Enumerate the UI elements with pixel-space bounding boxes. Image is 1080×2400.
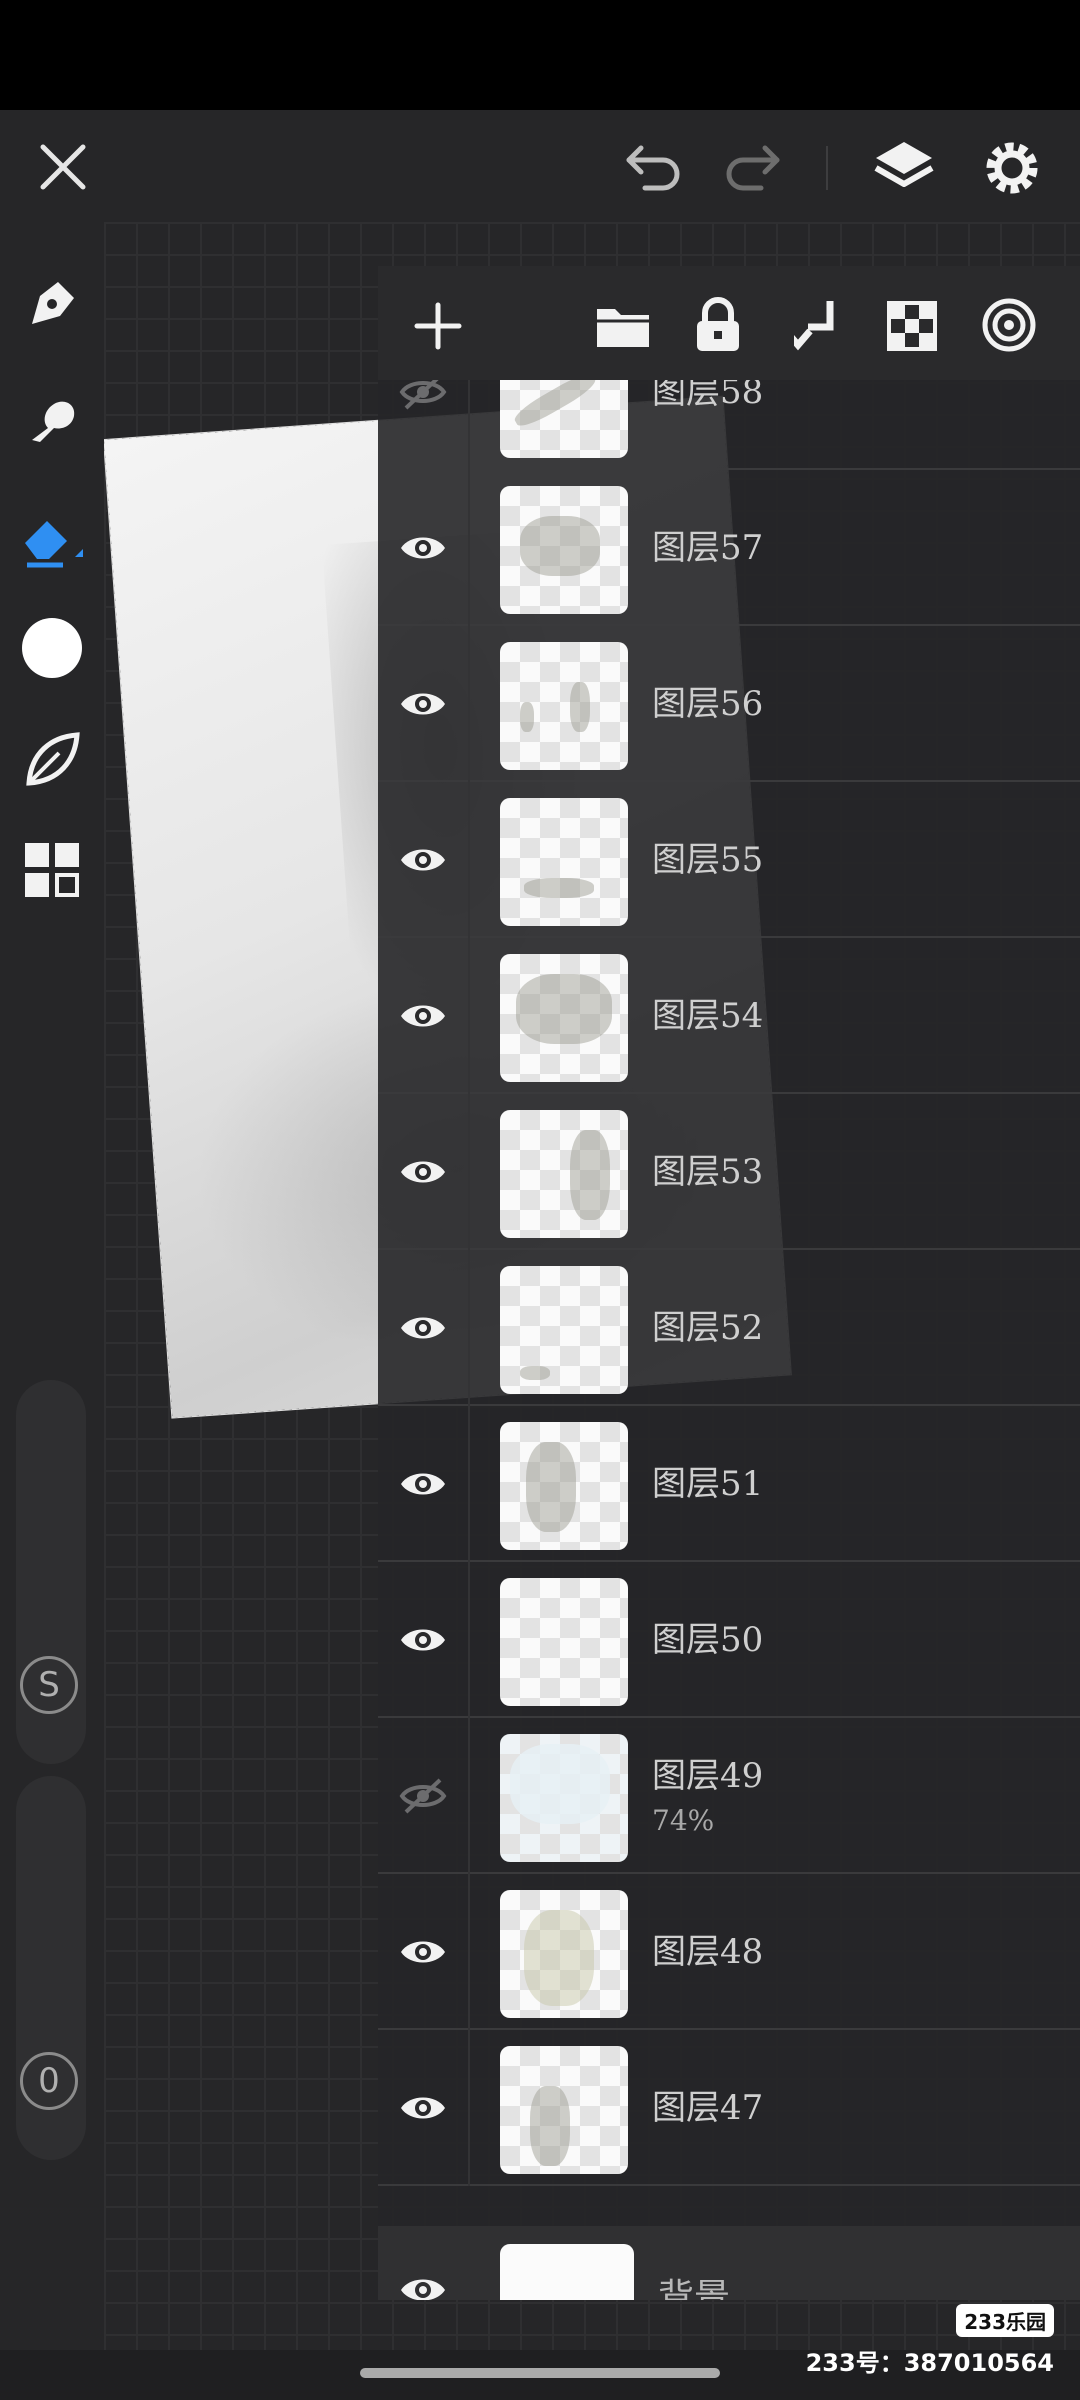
layer-thumbnail [500,1734,628,1862]
layer-name: 图层49 [652,1756,764,1796]
background-thumbnail [500,2244,634,2300]
layer-row[interactable]: 图层52 [378,1250,1080,1406]
brush-size-slider[interactable]: S [16,1380,86,1764]
background-layer-name: 背景 [658,2277,731,2300]
clipping-icon[interactable] [978,294,1040,356]
watermark: 233乐园 233号：387010564 [806,2304,1054,2378]
smudge-icon[interactable] [16,382,88,454]
background-layer-row[interactable]: 背景 [378,2226,1080,2300]
layer-row[interactable]: 图层54 [378,938,1080,1094]
layer-name: 图层57 [652,528,764,568]
layer-name: 图层53 [652,1152,764,1192]
layer-list: 图层58 图层57 图层56 图层55 图层54 图层53 图层52 图层51 … [378,380,1080,2300]
pen-icon[interactable] [16,268,88,340]
undo-icon[interactable] [620,134,690,198]
layer-name: 图层51 [652,1464,764,1504]
eye-icon[interactable] [398,2086,448,2130]
layer-row[interactable]: 图层47 [378,2030,1080,2186]
layer-row[interactable]: 图层55 [378,782,1080,938]
leaf-icon[interactable] [16,724,88,796]
eye-hidden-icon[interactable] [398,1774,448,1818]
eye-icon[interactable] [398,2268,448,2300]
eye-icon[interactable] [398,1150,448,1194]
layer-thumbnail [500,380,628,458]
layer-row[interactable]: 图层51 [378,1406,1080,1562]
layer-thumbnail [500,1890,628,2018]
eye-icon[interactable] [398,682,448,726]
layer-name: 图层54 [652,996,764,1036]
eye-hidden-icon[interactable] [398,380,448,414]
layers-panel: 图层58 图层57 图层56 图层55 图层54 图层53 图层52 图层51 … [378,266,1080,2300]
layer-name: 图层50 [652,1620,764,1660]
divider [826,146,828,190]
layer-name: 图层48 [652,1932,764,1972]
layers-icon[interactable] [868,132,940,204]
eye-icon[interactable] [398,838,448,882]
eye-icon[interactable] [398,1306,448,1350]
brush-opacity-slider[interactable]: 0 [16,1776,86,2160]
eye-icon[interactable] [398,526,448,570]
redo-icon[interactable] [716,134,786,198]
layer-row[interactable]: 图层57 [378,470,1080,626]
layer-thumbnail [500,1266,628,1394]
layer-thumbnail [500,798,628,926]
grid-icon[interactable] [18,836,86,904]
layer-name: 图层56 [652,684,764,724]
layer-row[interactable]: 图层58 [378,380,1080,470]
layer-row[interactable]: 图层56 [378,626,1080,782]
layer-thumbnail [500,954,628,1082]
layer-row[interactable]: 图层53 [378,1094,1080,1250]
layer-name: 图层55 [652,840,764,880]
home-indicator[interactable] [360,2368,720,2378]
watermark-logo: 233乐园 [956,2304,1054,2337]
eye-icon[interactable] [398,1462,448,1506]
brush-opacity-knob[interactable]: 0 [20,2052,78,2110]
eraser-icon[interactable] [14,500,90,576]
eye-icon[interactable] [398,1618,448,1662]
status-bar [0,0,1080,110]
eye-icon[interactable] [398,994,448,1038]
add-layer-icon[interactable] [408,296,468,356]
layer-opacity: 74% [652,1804,715,1837]
color-icon[interactable] [18,614,86,682]
layer-thumbnail [500,486,628,614]
transparency-icon[interactable] [882,296,942,356]
layer-name: 图层58 [652,380,764,412]
tool-bar: S 0 [0,222,104,2350]
eye-icon[interactable] [398,1930,448,1974]
brush-size-knob[interactable]: S [20,1656,78,1714]
layer-thumbnail [500,1110,628,1238]
close-icon[interactable] [28,132,98,202]
layer-thumbnail [500,1578,628,1706]
layer-name: 图层47 [652,2088,764,2128]
layer-row[interactable]: 图层50 [378,1562,1080,1718]
folder-icon[interactable] [592,296,654,356]
layer-thumbnail [500,1422,628,1550]
settings-icon[interactable] [976,132,1048,204]
watermark-id: 233号：387010564 [805,2349,1054,2377]
layer-name: 图层52 [652,1308,764,1348]
layer-toolbar [378,266,1080,380]
top-bar [0,110,1080,222]
layer-row[interactable]: 图层49 74% [378,1718,1080,1874]
layer-thumbnail [500,2046,628,2174]
layer-thumbnail [500,642,628,770]
merge-down-icon[interactable] [786,294,846,356]
lock-icon[interactable] [688,294,748,356]
layer-row[interactable]: 图层48 [378,1874,1080,2030]
